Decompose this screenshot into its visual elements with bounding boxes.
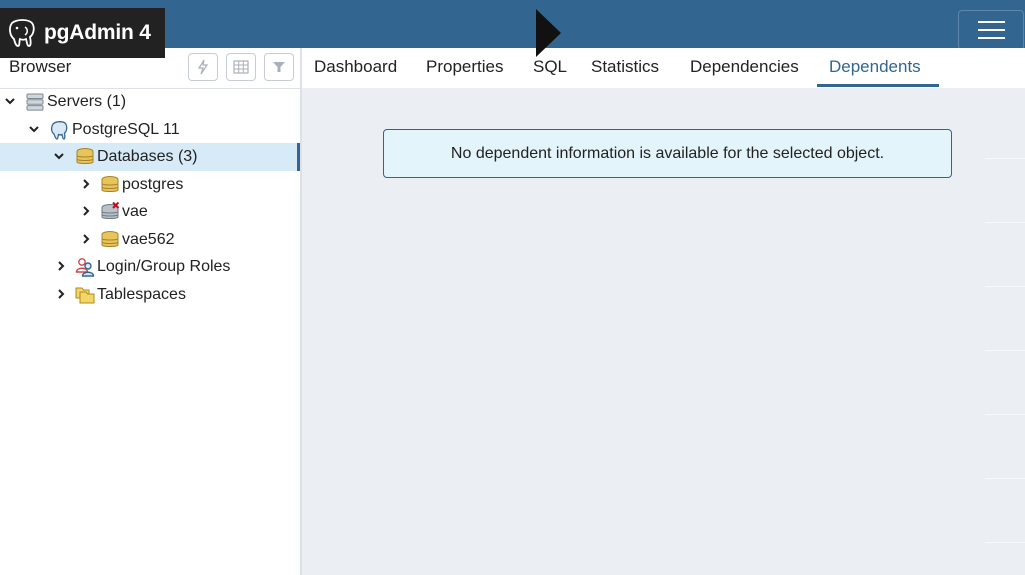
table-icon <box>233 60 249 74</box>
divider <box>985 478 1025 479</box>
tab-statistics[interactable]: Statistics <box>591 57 659 77</box>
tree-node-postgresql-11[interactable]: PostgreSQL 11 <box>0 116 300 144</box>
chevron-down-icon[interactable] <box>53 150 65 162</box>
databases-icon <box>76 148 94 164</box>
tab-sql[interactable]: SQL <box>533 57 567 77</box>
query-tool-button[interactable] <box>188 53 218 81</box>
filter-icon <box>273 62 285 72</box>
active-tab-indicator <box>817 84 939 87</box>
chevron-right-icon[interactable] <box>55 288 67 300</box>
app-brand: pgAdmin 4 <box>0 8 165 58</box>
chevron-down-icon[interactable] <box>4 95 16 107</box>
menu-bar <box>977 37 1005 39</box>
tree-node-login-group-roles[interactable]: Login/Group Roles <box>0 253 300 281</box>
database-disconnected-icon <box>101 202 120 219</box>
chevron-right-icon[interactable] <box>80 205 92 217</box>
tree-node-databases[interactable]: Databases (3) <box>0 143 300 171</box>
chevron-right-icon[interactable] <box>80 233 92 245</box>
tree-node-label: PostgreSQL 11 <box>72 120 180 138</box>
database-icon <box>101 230 119 247</box>
tree-node-tablespaces[interactable]: Tablespaces <box>0 281 300 309</box>
chevron-right-icon[interactable] <box>80 178 92 190</box>
divider <box>985 158 1025 159</box>
tree-node-label: vae562 <box>122 230 175 248</box>
hamburger-menu-button[interactable] <box>958 10 1024 50</box>
tab-dependents[interactable]: Dependents <box>829 57 921 77</box>
tree-node-servers[interactable]: Servers (1) <box>0 88 300 116</box>
tree-node-label: Tablespaces <box>97 285 186 303</box>
elephant-icon <box>9 19 35 47</box>
tree-node-label: vae <box>122 203 148 220</box>
tree-node-label: Servers (1) <box>47 93 127 110</box>
info-message-text: No dependent information is available fo… <box>450 144 885 162</box>
info-message: No dependent information is available fo… <box>383 129 952 178</box>
filter-button[interactable] <box>264 53 294 81</box>
object-tree: Servers (1) PostgreSQL 11 Databases (3) <box>0 88 300 308</box>
roles-icon <box>75 258 95 277</box>
tab-properties[interactable]: Properties <box>426 57 503 77</box>
play-arrow-icon <box>536 9 561 57</box>
divider <box>985 414 1025 415</box>
menu-bar <box>977 21 1005 23</box>
tree-node-label: postgres <box>122 175 184 193</box>
tree-node-label: Login/Group Roles <box>97 258 231 275</box>
tree-node-vae562[interactable]: vae562 <box>0 226 300 254</box>
database-icon <box>101 175 119 192</box>
servers-icon <box>26 93 44 111</box>
divider <box>985 222 1025 223</box>
postgres-server-icon <box>50 120 68 140</box>
tablespaces-icon <box>75 287 95 303</box>
tab-dependencies[interactable]: Dependencies <box>690 57 799 77</box>
divider <box>985 286 1025 287</box>
browser-title: Browser <box>9 57 72 76</box>
view-data-button[interactable] <box>226 53 256 81</box>
tree-node-vae[interactable]: vae <box>0 198 300 226</box>
divider <box>985 542 1025 543</box>
lightning-icon <box>197 59 209 75</box>
browser-panel: Browser Servers (1) PostgreSQL 11 Databa… <box>0 48 302 575</box>
menu-bar <box>977 29 1005 31</box>
chevron-right-icon[interactable] <box>55 260 67 272</box>
tree-node-postgres[interactable]: postgres <box>0 171 300 199</box>
chevron-down-icon[interactable] <box>28 123 40 135</box>
tree-node-label: Databases (3) <box>97 148 198 165</box>
app-name: pgAdmin 4 <box>44 21 151 44</box>
divider <box>985 350 1025 351</box>
tab-dashboard[interactable]: Dashboard <box>314 57 397 77</box>
